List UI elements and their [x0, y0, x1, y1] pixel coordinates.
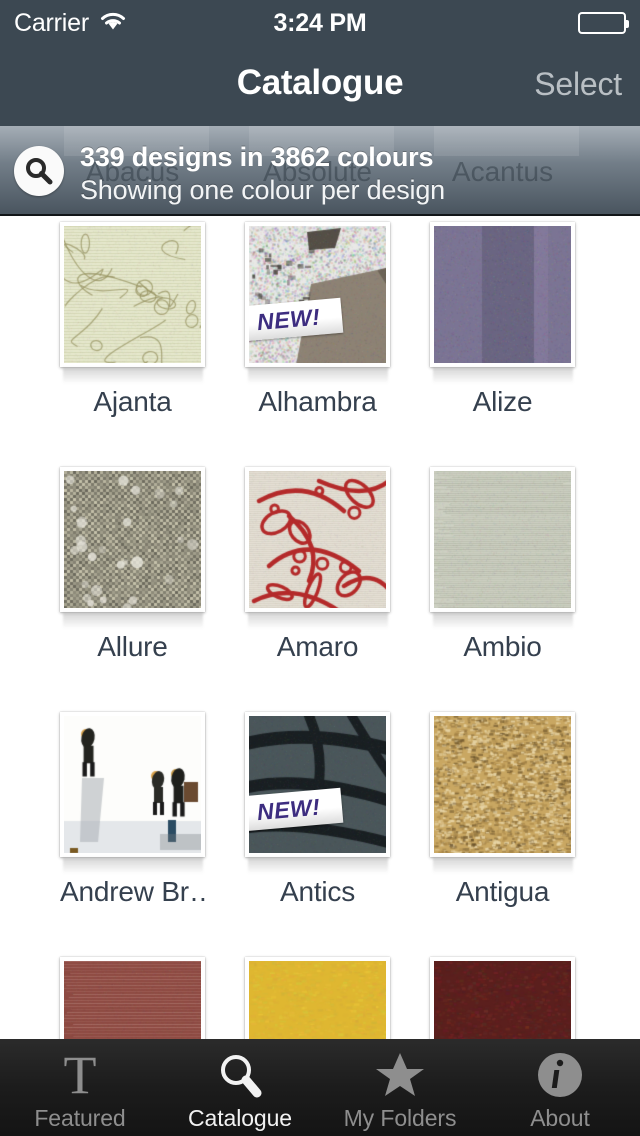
swatch-wrapper[interactable]: Antigua — [430, 712, 575, 908]
design-name-label: Andrew Br… — [60, 876, 205, 908]
swatch-wrapper[interactable]: Andrew Br… — [60, 712, 205, 908]
design-cell[interactable]: Allure — [40, 467, 225, 712]
design-swatch-image[interactable]: NEW! — [245, 712, 390, 857]
design-cell[interactable] — [225, 957, 410, 1041]
swatch-wrapper[interactable]: Allure — [60, 467, 205, 663]
design-name-label: Ambio — [430, 631, 575, 663]
design-swatch-image[interactable] — [60, 467, 205, 612]
letter-t-icon: T — [64, 1049, 97, 1101]
info-circle-icon — [536, 1051, 584, 1099]
swatch-reflection — [433, 613, 573, 629]
design-name-label: Alize — [430, 386, 575, 418]
swatch-reflection — [63, 613, 203, 629]
status-bar: Carrier 3:24 PM — [0, 0, 640, 46]
swatch-wrapper[interactable] — [60, 957, 205, 1041]
design-swatch-image[interactable] — [430, 712, 575, 857]
design-cell[interactable]: NEW! Alhambra — [225, 222, 410, 467]
battery-icon — [578, 12, 626, 34]
catalogue-scroll-view[interactable]: Ajanta NEW! Alhambra Alize Allure Amaro Ambio A… — [0, 126, 640, 1041]
tab-about[interactable]: About — [480, 1039, 640, 1136]
info-text-block: 339 designs in 3862 colours Showing one … — [80, 142, 445, 206]
design-cell[interactable]: Alize — [410, 222, 595, 467]
design-row — [0, 957, 640, 1041]
design-cell[interactable] — [40, 957, 225, 1041]
tab-label: Catalogue — [188, 1105, 292, 1132]
tab-label: Featured — [34, 1105, 125, 1132]
swatch-wrapper[interactable] — [245, 957, 390, 1041]
design-cell[interactable]: Ajanta — [40, 222, 225, 467]
design-cell[interactable]: Amaro — [225, 467, 410, 712]
clock-label: 3:24 PM — [0, 9, 640, 38]
select-button[interactable]: Select — [534, 66, 622, 103]
swatch-wrapper[interactable] — [430, 957, 575, 1041]
swatch-wrapper[interactable]: Ajanta — [60, 222, 205, 418]
star-icon — [374, 1050, 426, 1100]
design-grid: Ajanta NEW! Alhambra Alize Allure Amaro Ambio A… — [0, 126, 640, 1041]
design-swatch-image[interactable] — [60, 957, 205, 1041]
magnifier-icon — [215, 1049, 265, 1101]
design-swatch-image[interactable] — [430, 467, 575, 612]
app-root: Carrier 3:24 PM Catalogue Select Ajanta N… — [0, 0, 640, 1136]
design-name-label: Ajanta — [60, 386, 205, 418]
design-row: Andrew Br… NEW! Antics Antigua — [0, 712, 640, 957]
swatch-reflection — [248, 858, 388, 874]
design-cell[interactable]: Andrew Br… — [40, 712, 225, 957]
navigation-bar: Catalogue Select — [0, 46, 640, 126]
swatch-reflection — [63, 858, 203, 874]
tab-bar: T Featured Catalogue My Folders About — [0, 1039, 640, 1136]
design-cell[interactable]: Antigua — [410, 712, 595, 957]
design-row: Ajanta NEW! Alhambra Alize — [0, 222, 640, 467]
magnifier-icon — [215, 1050, 265, 1100]
swatch-reflection — [248, 613, 388, 629]
swatch-wrapper[interactable]: Ambio — [430, 467, 575, 663]
star-icon — [374, 1049, 426, 1101]
design-name-label: Allure — [60, 631, 205, 663]
swatch-reflection — [433, 368, 573, 384]
letter-t-icon: T — [64, 1051, 97, 1099]
design-swatch-image[interactable] — [430, 957, 575, 1041]
design-name-label: Antics — [245, 876, 390, 908]
swatch-reflection — [63, 368, 203, 384]
swatch-wrapper[interactable]: Amaro — [245, 467, 390, 663]
swatch-wrapper[interactable]: Alize — [430, 222, 575, 418]
swatch-wrapper[interactable]: NEW! Antics — [245, 712, 390, 908]
design-name-label: Amaro — [245, 631, 390, 663]
tab-label: About — [530, 1105, 590, 1132]
swatch-reflection — [248, 368, 388, 384]
design-swatch-image[interactable] — [60, 222, 205, 367]
design-swatch-image[interactable] — [60, 712, 205, 857]
tab-label: My Folders — [344, 1105, 457, 1132]
design-name-label: Alhambra — [245, 386, 390, 418]
search-icon[interactable] — [14, 146, 64, 196]
status-bar-right — [578, 12, 626, 34]
swatch-reflection — [433, 858, 573, 874]
design-row: Allure Amaro Ambio — [0, 467, 640, 712]
search-info-bar[interactable]: Abacus Absolute Acantus 339 designs in 3… — [0, 126, 640, 216]
swatch-wrapper[interactable]: NEW! Alhambra — [245, 222, 390, 418]
tab-my-folders[interactable]: My Folders — [320, 1039, 480, 1136]
design-swatch-image[interactable] — [430, 222, 575, 367]
tab-catalogue[interactable]: Catalogue — [160, 1039, 320, 1136]
designs-count-label: 339 designs in 3862 colours — [80, 142, 445, 173]
design-swatch-image[interactable] — [245, 957, 390, 1041]
design-cell[interactable] — [410, 957, 595, 1041]
design-swatch-image[interactable]: NEW! — [245, 222, 390, 367]
showing-mode-label: Showing one colour per design — [80, 175, 445, 206]
tab-featured[interactable]: T Featured — [0, 1039, 160, 1136]
design-cell[interactable]: NEW! Antics — [225, 712, 410, 957]
design-cell[interactable]: Ambio — [410, 467, 595, 712]
info-circle-icon — [536, 1049, 584, 1101]
design-name-label: Antigua — [430, 876, 575, 908]
design-swatch-image[interactable] — [245, 467, 390, 612]
